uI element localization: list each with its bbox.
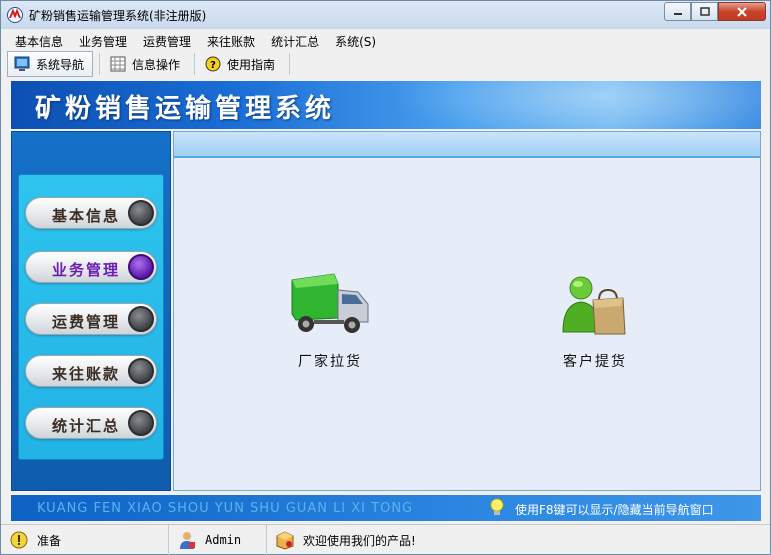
menu-accounts[interactable]: 来往账款 <box>199 30 263 50</box>
app-banner: 矿粉销售运输管理系统 <box>11 81 761 129</box>
toolbar-separator <box>99 53 101 75</box>
help-icon: ? <box>205 56 221 72</box>
menu-freight[interactable]: 运费管理 <box>135 30 199 50</box>
sidebar-item-business[interactable]: 业务管理 <box>25 251 157 283</box>
sidebar-item-statistics[interactable]: 统计汇总 <box>25 407 157 439</box>
window-controls <box>664 2 766 21</box>
navigation-sidebar: 基本信息 业务管理 运费管理 来往账款 统计汇总 <box>11 131 171 491</box>
func-factory-pickup[interactable]: 厂家拉货 <box>286 270 374 371</box>
product-box-icon <box>276 531 294 550</box>
sidebar-item-freight[interactable]: 运费管理 <box>25 303 157 335</box>
footer-strip: KUANG FEN XIAO SHOU YUN SHU GUAN LI XI T… <box>11 495 761 521</box>
title-bar[interactable]: 矿粉销售运输管理系统(非注册版) <box>1 1 770 29</box>
status-state-text: 准备 <box>37 533 62 548</box>
func-factory-pickup-label: 厂家拉货 <box>298 354 362 370</box>
sidebar-item-accounts[interactable]: 来往账款 <box>25 355 157 387</box>
sidebar-item-label: 运费管理 <box>52 313 121 331</box>
toolbar-system-nav-button[interactable]: 系统导航 <box>7 51 94 77</box>
menu-statistics[interactable]: 统计汇总 <box>263 30 327 50</box>
toolbar-user-guide-button[interactable]: ? 使用指南 <box>199 51 283 77</box>
indicator-knob-icon <box>128 200 154 226</box>
sidebar-item-basic-info[interactable]: 基本信息 <box>25 197 157 229</box>
toolbar-system-nav-label: 系统导航 <box>36 57 85 72</box>
menu-bar: 基本信息 业务管理 运费管理 来往账款 统计汇总 系统(S) <box>7 30 384 50</box>
main-panel-header <box>174 132 760 158</box>
truck-icon <box>291 273 369 333</box>
status-message-text: 欢迎使用我们的产品! <box>303 533 416 548</box>
maximize-icon <box>699 6 710 16</box>
indicator-knob-icon <box>128 306 154 332</box>
toolbar-separator <box>289 53 291 75</box>
menu-basic-info[interactable]: 基本信息 <box>7 30 71 50</box>
footer-tip-text: 使用F8键可以显示/隐藏当前导航窗口 <box>515 503 714 517</box>
minimize-button[interactable] <box>664 2 691 21</box>
indicator-knob-icon <box>128 358 154 384</box>
toolbar: 系统导航 信息操作 ? 使用指南 <box>7 50 294 78</box>
minimize-icon <box>673 12 682 15</box>
maximize-button[interactable] <box>691 2 718 21</box>
status-message-cell: 欢迎使用我们的产品! <box>267 525 770 555</box>
toolbar-separator <box>194 53 196 75</box>
func-customer-pickup[interactable]: 客户提货 <box>550 270 640 371</box>
status-user-cell: Admin <box>169 525 267 555</box>
main-panel: 厂家拉货 客户提货 <box>173 131 761 491</box>
menu-system[interactable]: 系统(S) <box>327 30 384 50</box>
close-icon <box>737 6 747 17</box>
monitor-icon <box>14 56 30 71</box>
app-logo-icon <box>7 7 23 23</box>
indicator-knob-icon <box>128 254 154 280</box>
func-customer-pickup-label: 客户提货 <box>563 354 627 370</box>
indicator-knob-icon <box>128 410 154 436</box>
window-title: 矿粉销售运输管理系统(非注册版) <box>29 9 207 23</box>
sidebar-button-panel: 基本信息 业务管理 运费管理 来往账款 统计汇总 <box>18 174 164 460</box>
banner-title: 矿粉销售运输管理系统 <box>35 94 336 124</box>
toolbar-user-guide-label: 使用指南 <box>227 57 276 72</box>
sidebar-item-label: 统计汇总 <box>52 417 121 435</box>
sidebar-item-label: 基本信息 <box>52 207 121 225</box>
footer-pinyin-text: KUANG FEN XIAO SHOU YUN SHU GUAN LI XI T… <box>37 501 414 516</box>
customer-bag-icon <box>562 276 626 335</box>
close-button[interactable] <box>718 2 766 21</box>
banner-glow <box>391 81 761 129</box>
status-bar: 准备 Admin 欢迎使用我们的产品! <box>1 524 770 555</box>
sidebar-item-label: 业务管理 <box>52 261 121 279</box>
lightbulb-icon <box>490 498 504 515</box>
warning-icon <box>10 531 28 549</box>
user-icon <box>180 532 195 549</box>
grid-icon <box>110 56 126 72</box>
toolbar-info-ops-button[interactable]: 信息操作 <box>104 51 188 77</box>
app-window: 矿粉销售运输管理系统(非注册版) 基本信息 业务管理 运费管理 来往账款 统计汇… <box>0 0 771 555</box>
toolbar-info-ops-label: 信息操作 <box>132 57 181 72</box>
menu-business[interactable]: 业务管理 <box>71 30 135 50</box>
status-state-cell: 准备 <box>1 525 169 555</box>
sidebar-item-label: 来往账款 <box>52 365 121 383</box>
status-user-text: Admin <box>205 533 242 547</box>
svg-text:?: ? <box>210 60 216 71</box>
